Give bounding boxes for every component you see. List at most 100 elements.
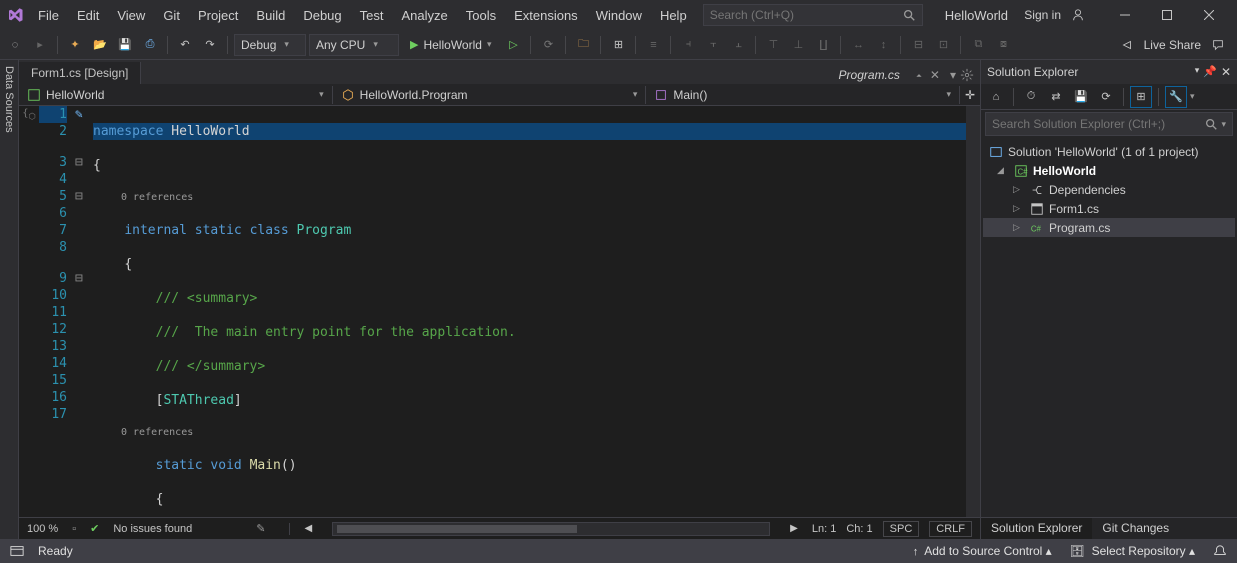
search-box[interactable] (703, 4, 923, 26)
menu-project[interactable]: Project (190, 4, 246, 27)
config-dropdown[interactable]: Debug (234, 34, 306, 56)
project-node[interactable]: ◢ C# HelloWorld (983, 161, 1235, 180)
zoom-level[interactable]: 100 % (27, 523, 58, 535)
add-source-control[interactable]: ↑ Add to Source Control ▴ (913, 544, 1052, 558)
maximize-button[interactable] (1147, 0, 1187, 30)
menu-window[interactable]: Window (588, 4, 650, 27)
codelens-refs[interactable]: 0 references (93, 426, 966, 440)
save-panel-icon[interactable]: 💾 (1070, 86, 1092, 108)
start-without-debug-icon[interactable]: ▷ (502, 34, 524, 56)
nav-member-dropdown[interactable]: Main() ▾ (646, 86, 960, 104)
fold-column[interactable]: ✎ ⊟⊟ ⊟ (75, 106, 91, 517)
menu-view[interactable]: View (109, 4, 153, 27)
sync-icon[interactable]: ⇄ (1045, 86, 1067, 108)
gear-icon[interactable] (960, 68, 974, 82)
issues-label[interactable]: No issues found (113, 523, 192, 535)
expand-icon[interactable]: ▷ (1013, 203, 1025, 214)
solution-root[interactable]: Solution 'HelloWorld' (1 of 1 project) (983, 142, 1235, 161)
start-debug-button[interactable]: ▶ HelloWorld ▾ (402, 34, 499, 56)
open-icon[interactable]: 📂 (89, 34, 111, 56)
back-nav-icon[interactable]: ◌ (4, 34, 26, 56)
menu-file[interactable]: File (30, 4, 67, 27)
panel-tab-git[interactable]: Git Changes (1092, 518, 1179, 539)
align3-icon[interactable]: ⫠ (727, 34, 749, 56)
nav-scope-dropdown[interactable]: HelloWorld ▾ (19, 86, 333, 104)
account-icon[interactable] (1071, 8, 1085, 22)
program-file-node[interactable]: ▷ C# Program.cs (983, 218, 1235, 237)
doc-tab-form1[interactable]: Form1.cs [Design] (19, 62, 141, 84)
menu-extensions[interactable]: Extensions (506, 4, 586, 27)
spacing2-icon[interactable]: ⊡ (932, 34, 954, 56)
size1-icon[interactable]: ↔ (847, 34, 869, 56)
spacing1-icon[interactable]: ⊟ (907, 34, 929, 56)
data-sources-tab[interactable]: Data Sources (0, 60, 19, 539)
refresh-icon[interactable]: ⟳ (1095, 86, 1117, 108)
menu-analyze[interactable]: Analyze (393, 4, 455, 27)
line-ending[interactable]: CRLF (929, 521, 972, 537)
panel-pin-icon[interactable]: 📌 (1203, 65, 1217, 79)
order1-icon[interactable]: ⧉ (967, 34, 989, 56)
platform-dropdown[interactable]: Any CPU (309, 34, 399, 56)
menu-help[interactable]: Help (652, 4, 695, 27)
code-area[interactable]: namespace HelloWorld { 0 references inte… (91, 106, 966, 517)
horizontal-scrollbar[interactable] (332, 522, 770, 536)
layout-icon[interactable]: ⊞ (607, 34, 629, 56)
bell-icon[interactable] (1213, 544, 1227, 558)
redo-icon[interactable]: ↷ (199, 34, 221, 56)
tab-overflow-icon[interactable]: ▾ (950, 68, 956, 82)
menu-build[interactable]: Build (248, 4, 293, 27)
panel-dropdown-icon[interactable]: ▾ (1195, 65, 1200, 79)
indent-mode[interactable]: SPC (883, 521, 920, 537)
menu-test[interactable]: Test (352, 4, 392, 27)
scroll-right-icon[interactable]: ▶ (790, 523, 798, 534)
history-icon[interactable]: ⏱ (1020, 86, 1042, 108)
browse-folder-icon[interactable]: 🗀 (572, 34, 594, 56)
close-tab-icon[interactable]: ✕ (930, 68, 940, 82)
expand-icon[interactable]: ▷ (1013, 184, 1025, 195)
live-share-button[interactable]: Live Share (1144, 38, 1201, 52)
expand-icon[interactable]: ▷ (1013, 222, 1025, 233)
save-icon[interactable]: 💾 (114, 34, 136, 56)
hot-reload-icon[interactable]: ⟳ (537, 34, 559, 56)
minimize-button[interactable] (1105, 0, 1145, 30)
save-all-icon[interactable]: ⎙ (139, 34, 161, 56)
align1-icon[interactable]: ⫞ (677, 34, 699, 56)
form-file-node[interactable]: ▷ Form1.cs (983, 199, 1235, 218)
code-scrollbar[interactable] (966, 106, 980, 517)
size2-icon[interactable]: ↕ (872, 34, 894, 56)
select-repository[interactable]: 🗄 Select Repository ▴ (1070, 544, 1195, 558)
sign-in-link[interactable]: Sign in (1024, 8, 1061, 22)
new-project-icon[interactable]: ✦ (64, 34, 86, 56)
align-left-icon[interactable]: ≡ (642, 34, 664, 56)
doc-tab-program[interactable]: Program.cs (831, 66, 908, 84)
menu-tools[interactable]: Tools (458, 4, 504, 27)
close-button[interactable] (1189, 0, 1229, 30)
codelens-refs[interactable]: 0 references (93, 191, 966, 205)
order2-icon[interactable]: ⧇ (992, 34, 1014, 56)
vs-logo[interactable] (0, 0, 30, 30)
undo-icon[interactable]: ↶ (174, 34, 196, 56)
menu-git[interactable]: Git (155, 4, 188, 27)
show-all-icon[interactable]: ⊞ (1130, 86, 1152, 108)
valign1-icon[interactable]: ⊤ (762, 34, 784, 56)
expand-icon[interactable]: ◢ (997, 165, 1009, 176)
output-icon[interactable] (10, 544, 24, 558)
home-icon[interactable]: ⌂ (985, 86, 1007, 108)
valign2-icon[interactable]: ⊥ (787, 34, 809, 56)
panel-close-icon[interactable]: ✕ (1221, 65, 1231, 79)
panel-tab-solution[interactable]: Solution Explorer (981, 518, 1092, 539)
align2-icon[interactable]: ⫟ (702, 34, 724, 56)
search-input[interactable] (710, 8, 902, 22)
feedback-icon[interactable] (1211, 38, 1225, 52)
forward-nav-icon[interactable]: ▸ (29, 34, 51, 56)
pin-icon[interactable] (912, 68, 926, 82)
valign3-icon[interactable]: ∐ (812, 34, 834, 56)
properties-icon[interactable]: 🔧 (1165, 86, 1187, 108)
split-editor-icon[interactable]: ✛ (960, 88, 980, 102)
solution-search-input[interactable] (992, 117, 1204, 131)
nav-class-dropdown[interactable]: HelloWorld.Program ▾ (333, 86, 647, 104)
dependencies-node[interactable]: ▷ Dependencies (983, 180, 1235, 199)
solution-search-box[interactable]: ▾ (985, 112, 1233, 136)
scroll-left-icon[interactable]: ◀ (304, 523, 312, 534)
menu-edit[interactable]: Edit (69, 4, 107, 27)
